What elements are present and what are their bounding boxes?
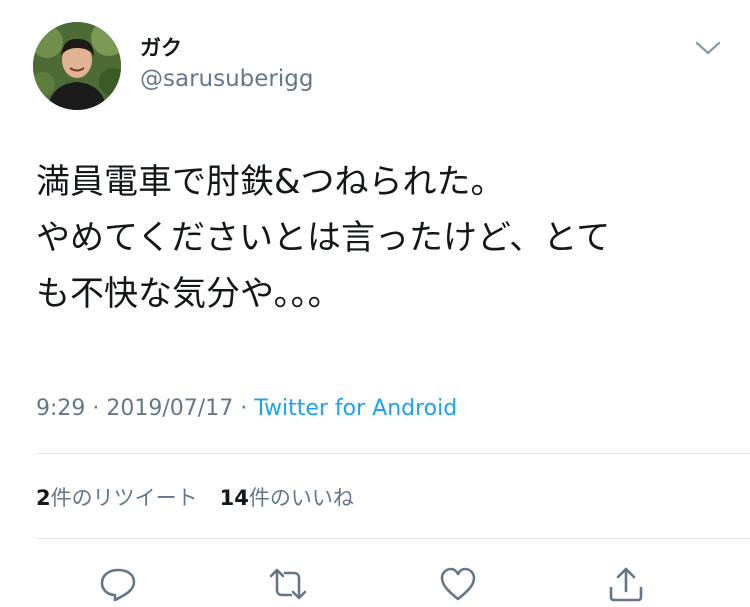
likes-label: 件のいいね [248,486,354,510]
tweet-text-line: やめてくださいとは言ったけど、とて [36,218,611,258]
divider [36,453,750,454]
share-icon [609,567,643,602]
tweet-text-line: 満員電車で肘鉄&つねられた。 [36,162,505,202]
retweets-stat[interactable]: 2件のリツイート [36,486,198,510]
chevron-down-icon[interactable] [694,38,722,58]
display-name[interactable]: ガク [140,32,182,62]
user-handle[interactable]: @sarusuberigg [140,66,313,92]
tweet-date: 2019/07/17 [106,396,234,421]
tweet-text-line: も不快な気分や。。。 [36,274,342,314]
retweets-label: 件のリツイート [50,486,198,510]
divider [36,538,750,539]
reply-button[interactable] [98,564,138,604]
retweet-icon [269,568,307,600]
reply-icon [100,568,136,602]
retweets-count: 2 [36,486,51,510]
engagement-stats: 2件のリツイート 14件のいいね [36,482,354,512]
profile-photo [33,22,121,110]
tweet-meta: 9:29 · 2019/07/17 · Twitter for Android [36,396,457,421]
likes-stat[interactable]: 14件のいいね [220,486,354,510]
like-button[interactable] [438,564,478,604]
tweet-source-link[interactable]: Twitter for Android [254,396,457,421]
meta-separator: · [85,396,107,421]
tweet-time: 9:29 [36,396,86,421]
meta-separator: · [233,396,255,421]
likes-count: 14 [219,486,249,510]
heart-icon [440,567,476,601]
avatar[interactable] [33,22,121,110]
share-button[interactable] [606,564,646,604]
tweet-text: 満員電車で肘鉄&つねられた。 やめてくださいとは言ったけど、とて も不快な気分や… [36,154,726,322]
retweet-button[interactable] [268,564,308,604]
